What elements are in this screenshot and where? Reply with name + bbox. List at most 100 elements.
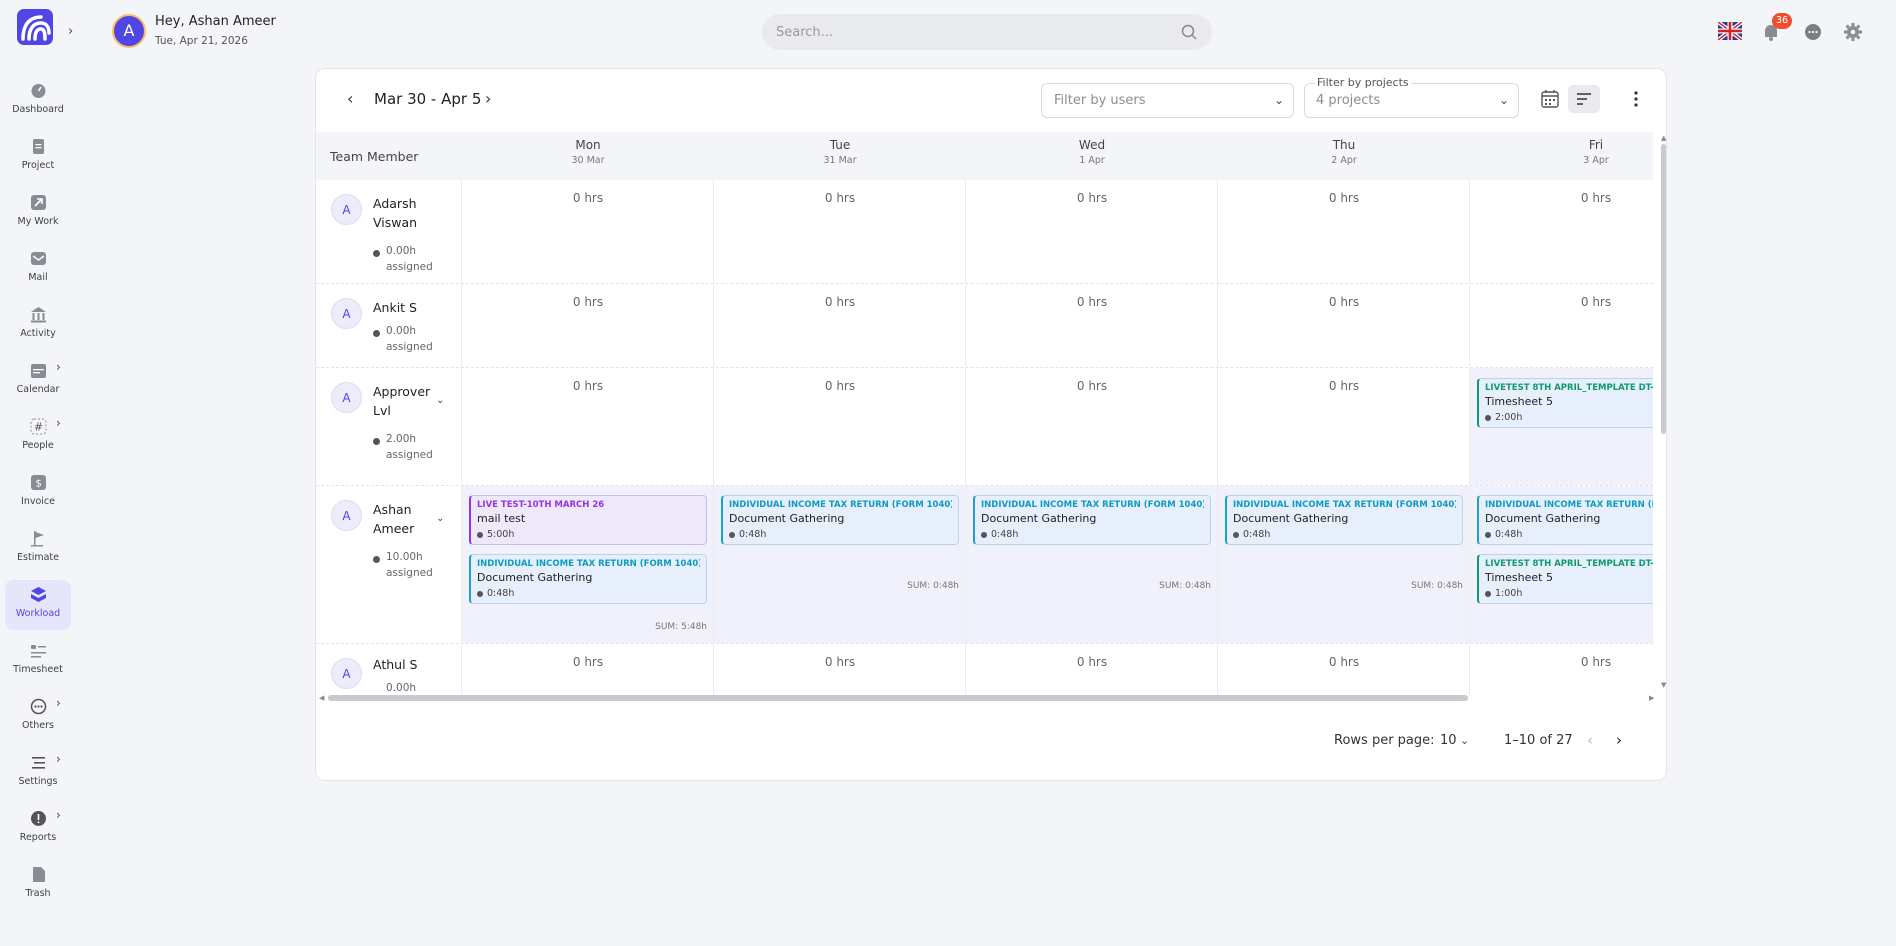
task-card[interactable]: INDIVIDUAL INCOME TAX RETURN (FORM 1040)… [1477,495,1653,545]
day-cell[interactable]: 0 hrs [462,368,714,485]
day-cell[interactable]: 0 hrs [462,180,714,283]
day-cell[interactable]: 0 hrs [714,284,966,367]
member-name[interactable]: Ashan Ameer [373,500,441,538]
hours-label: 0 hrs [1076,191,1108,205]
uk-flag-icon[interactable] [1718,22,1742,40]
chevron-right-icon[interactable]: › [56,808,61,822]
day-cell[interactable]: 0 hrs [1470,284,1653,367]
day-cell[interactable]: 0 hrs [966,644,1218,696]
sidebar-item-my-work[interactable]: My Work [5,188,71,238]
list-view-button[interactable] [1568,85,1600,113]
search-input[interactable] [776,22,1166,42]
app-logo[interactable] [17,9,53,45]
day-cell[interactable]: 0 hrs [966,368,1218,485]
member-name[interactable]: Approver Lvl [373,382,441,420]
task-project: LIVETEST 8TH APRIL_TEMPLATE DT-INTERNAL [1485,559,1653,569]
sidebar-item-estimate[interactable]: Estimate [5,524,71,574]
chevron-right-icon[interactable]: › [56,696,61,710]
sidebar-item-activity[interactable]: Activity [5,300,71,350]
user-avatar[interactable]: A [112,14,146,48]
day-cell[interactable]: INDIVIDUAL INCOME TAX RETURN (FORM 1040)… [966,486,1218,643]
sidebar-item-mail[interactable]: Mail [5,244,71,294]
scroll-left-arrow-icon[interactable]: ◀ [319,694,324,702]
day-cell[interactable]: 0 hrs [1218,644,1470,696]
member-cell: A Ankit S 0.00h assigned [316,284,462,367]
rows-per-page-select[interactable]: 10 [1440,733,1457,748]
more-vertical-icon[interactable] [1630,85,1642,113]
task-card[interactable]: LIVETEST 8TH APRIL_TEMPLATE DT-INTERNAL … [1477,554,1653,604]
filter-projects-value: 4 projects [1316,93,1381,108]
sidebar-item-project[interactable]: Project [5,132,71,182]
day-cell[interactable]: 0 hrs [462,644,714,696]
clock-dot-icon [373,330,380,337]
chat-icon[interactable] [1803,22,1823,42]
search-icon[interactable] [1180,23,1198,41]
day-cell[interactable]: 0 hrs [1470,644,1653,696]
member-avatar[interactable]: A [331,298,362,329]
task-card[interactable]: LIVE TEST-10TH MARCH 26 mail test 5:00h [469,495,707,545]
vertical-scrollbar[interactable] [1661,144,1666,434]
member-name[interactable]: Ankit S [373,298,441,317]
sidebar-item-timesheet[interactable]: Timesheet [5,636,71,686]
sidebar-item-trash[interactable]: Trash [5,860,71,910]
filter-users-select[interactable]: Filter by users ⌄ [1041,83,1294,118]
next-week-chevron-icon[interactable]: › [485,89,491,108]
chevron-down-icon[interactable]: ⌄ [1460,734,1469,747]
day-cell[interactable]: INDIVIDUAL INCOME TAX RETURN (FORM 1040)… [1218,486,1470,643]
next-page-chevron-icon[interactable]: › [1616,731,1622,749]
task-time: 2:00h [1485,412,1653,423]
chevron-right-icon[interactable]: › [56,752,61,766]
day-cell[interactable]: 0 hrs [966,180,1218,283]
sidebar-item-people[interactable]: # › People [5,412,71,462]
day-cell[interactable]: INDIVIDUAL INCOME TAX RETURN (FORM 1040)… [714,486,966,643]
day-cell[interactable]: LIVE TEST-10TH MARCH 26 mail test 5:00h … [462,486,714,643]
sidebar-item-others[interactable]: › Others [5,692,71,742]
task-card[interactable]: INDIVIDUAL INCOME TAX RETURN (FORM 1040)… [721,495,959,545]
sidebar-item-settings[interactable]: › Settings [5,748,71,798]
day-cell[interactable]: 0 hrs [1470,180,1653,283]
day-cell[interactable]: 0 hrs [714,180,966,283]
prev-week-chevron-icon[interactable]: ‹ [347,89,353,108]
sidebar-item-reports[interactable]: › Reports [5,804,71,854]
sum-label: SUM: 0:48h [907,581,959,591]
clock-dot-icon [373,250,380,257]
scroll-up-arrow-icon[interactable]: ▲ [1661,134,1666,142]
chevron-right-icon[interactable]: › [56,416,61,430]
day-cell[interactable]: LIVETEST 8TH APRIL_TEMPLATE DT-INTERNAL … [1470,368,1653,485]
day-cell[interactable]: 0 hrs [714,644,966,696]
day-cell[interactable]: 0 hrs [714,368,966,485]
sidebar-item-invoice[interactable]: $ Invoice [5,468,71,518]
horizontal-scrollbar[interactable] [328,695,1468,701]
sidebar-expand-chevron-icon[interactable]: › [68,24,73,39]
sidebar-item-dashboard[interactable]: Dashboard [5,76,71,126]
task-card[interactable]: INDIVIDUAL INCOME TAX RETURN (FORM 1040)… [1225,495,1463,545]
sidebar-item-workload[interactable]: Workload [5,580,71,630]
task-name: Document Gathering [1485,512,1601,525]
member-name[interactable]: Adarsh Viswan [373,194,441,232]
day-cell[interactable]: 0 hrs [462,284,714,367]
task-card[interactable]: INDIVIDUAL INCOME TAX RETURN (FORM 1040)… [973,495,1211,545]
gear-icon[interactable] [1843,22,1863,42]
day-cell[interactable]: INDIVIDUAL INCOME TAX RETURN (FORM 1040)… [1470,486,1653,643]
hours-label: 0 hrs [824,295,856,309]
task-card[interactable]: LIVETEST 8TH APRIL_TEMPLATE DT-INTERNAL … [1477,378,1653,428]
day-cell[interactable]: 0 hrs [966,284,1218,367]
expand-chevron-icon[interactable]: ⌄ [436,513,444,524]
member-avatar[interactable]: A [331,382,362,413]
member-avatar[interactable]: A [331,194,362,225]
filter-projects-select[interactable]: Filter by projects 4 projects ⌄ [1304,76,1519,118]
scroll-right-arrow-icon[interactable]: ▶ [1649,694,1654,702]
sidebar-item-calendar[interactable]: › Calendar [5,356,71,406]
member-name[interactable]: Athul S [373,655,441,674]
day-cell[interactable]: 0 hrs [1218,368,1470,485]
member-avatar[interactable]: A [331,500,362,531]
scroll-down-arrow-icon[interactable]: ▼ [1661,681,1666,689]
member-avatar[interactable]: A [331,658,362,689]
expand-chevron-icon[interactable]: ⌄ [436,395,444,406]
prev-page-chevron-icon[interactable]: ‹ [1587,731,1593,749]
chevron-right-icon[interactable]: › [56,360,61,374]
day-cell[interactable]: 0 hrs [1218,284,1470,367]
task-card[interactable]: INDIVIDUAL INCOME TAX RETURN (FORM 1040)… [469,554,707,604]
day-cell[interactable]: 0 hrs [1218,180,1470,283]
calendar-view-icon[interactable] [1538,87,1562,111]
